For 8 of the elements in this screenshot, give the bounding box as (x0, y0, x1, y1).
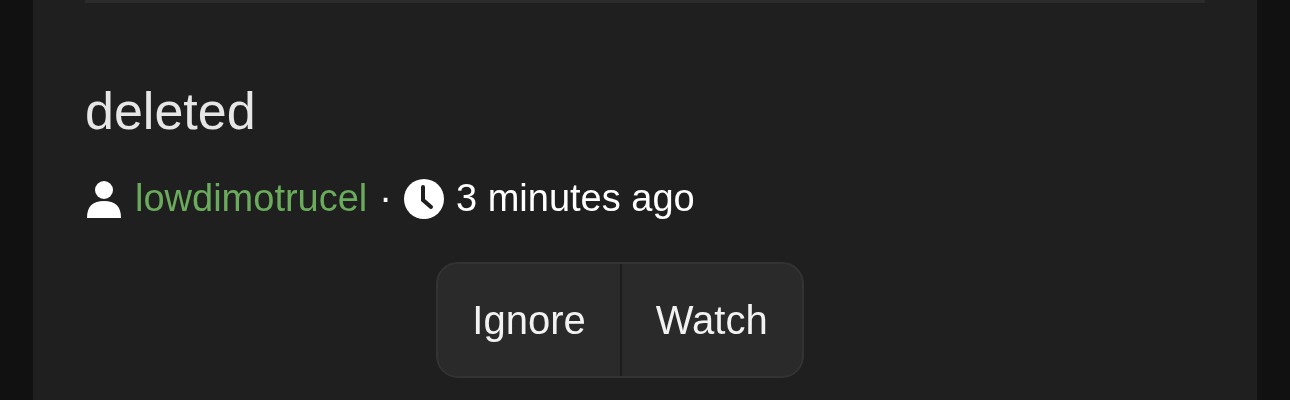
author-link[interactable]: lowdimotrucel (135, 177, 368, 220)
post-title: deleted (85, 81, 257, 141)
separator: · (379, 177, 392, 220)
action-button[interactable]: Ignore (438, 264, 620, 376)
clock-icon (403, 178, 444, 219)
post-time: 3 minutes ago (455, 177, 695, 220)
user-icon (85, 179, 123, 218)
action-button[interactable]: Watch (619, 264, 802, 376)
